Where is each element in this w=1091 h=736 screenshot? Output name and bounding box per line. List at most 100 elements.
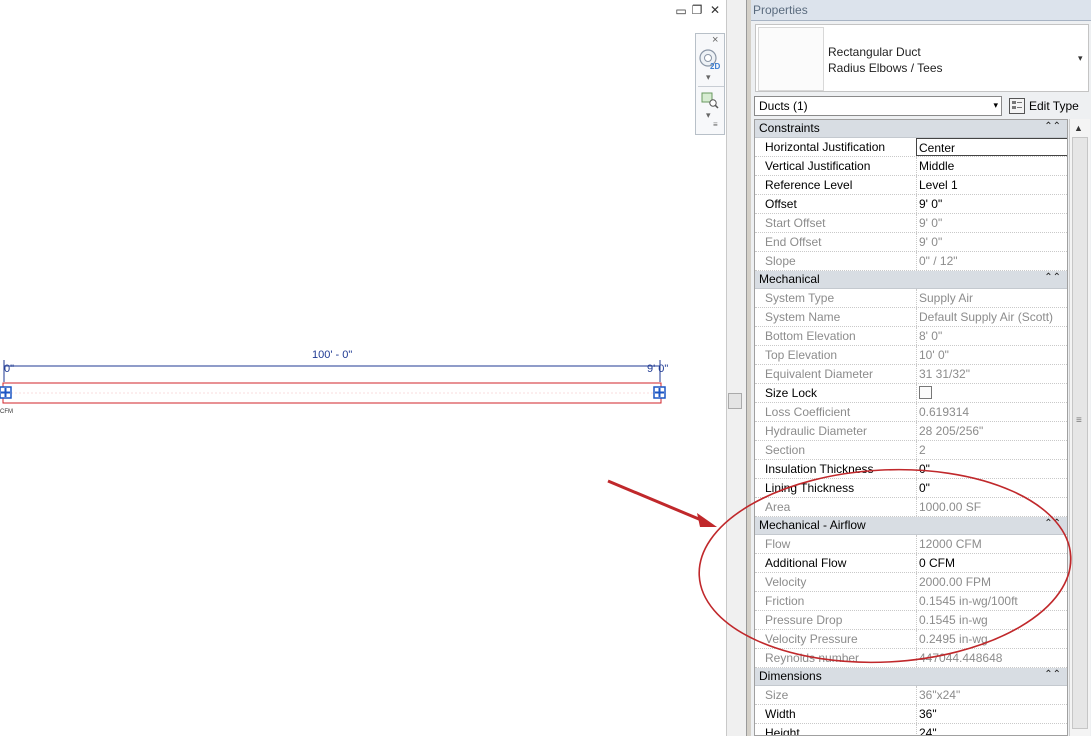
property-value-text: 9' 0" — [919, 235, 943, 249]
property-row: Reynolds number 447044.448648 — [755, 649, 1067, 668]
property-value-text: Default Supply Air (Scott) — [919, 310, 1054, 324]
property-value-text: 36" — [919, 707, 937, 721]
canvas-scroll-thumb[interactable] — [728, 393, 742, 409]
property-row: Loss Coefficient 0.619314 — [755, 403, 1067, 422]
property-row: System Type Supply Air — [755, 289, 1067, 308]
edit-type-icon — [1009, 98, 1025, 114]
property-name: Velocity — [765, 575, 807, 589]
size-lock-checkbox[interactable] — [919, 386, 932, 399]
collapse-icon[interactable]: ⌃⌃ — [1044, 669, 1061, 680]
chevron-down-icon[interactable]: ▾ — [1078, 53, 1083, 64]
property-name: Reynolds number — [765, 651, 860, 665]
section-header[interactable]: Mechanical ⌃⌃ — [755, 271, 1067, 289]
canvas-vertical-scrollbar[interactable] — [726, 0, 747, 736]
property-value[interactable]: 24" — [916, 724, 1067, 735]
property-value[interactable] — [916, 384, 1067, 402]
property-row: Start Offset 9' 0" — [755, 214, 1067, 233]
property-row[interactable]: Lining Thickness 0" — [755, 479, 1067, 498]
properties-scrollbar[interactable]: ▲ ≡ — [1069, 119, 1090, 736]
property-row: Velocity Pressure 0.2495 in-wg — [755, 630, 1067, 649]
property-row: End Offset 9' 0" — [755, 233, 1067, 252]
property-name: Slope — [765, 254, 796, 268]
property-value-text: Center — [919, 141, 956, 155]
property-name: Offset — [765, 197, 797, 211]
property-row[interactable]: Horizontal Justification Center — [755, 138, 1067, 157]
type-name: Rectangular Duct Radius Elbows / Tees — [828, 44, 943, 76]
type-selector[interactable]: Rectangular Duct Radius Elbows / Tees ▾ — [755, 24, 1089, 92]
properties-title: Properties — [751, 0, 1091, 21]
collapse-icon[interactable]: ⌃⌃ — [1044, 518, 1061, 529]
property-row[interactable]: Size Lock — [755, 384, 1067, 403]
property-value: 9' 0" — [916, 233, 1067, 251]
property-value[interactable]: Center — [916, 138, 1067, 156]
property-row: Flow 12000 CFM — [755, 535, 1067, 554]
instance-filter-select[interactable]: Ducts (1) ▾ — [754, 96, 1002, 116]
property-value: 31 31/32" — [916, 365, 1067, 383]
property-value: Default Supply Air (Scott) — [916, 308, 1067, 326]
property-value-text: 447044.448648 — [919, 651, 1003, 665]
property-value-text: 31 31/32" — [919, 367, 970, 381]
property-name: Width — [765, 707, 796, 721]
property-name: Height — [765, 726, 800, 736]
scroll-up-icon[interactable]: ▲ — [1074, 123, 1083, 133]
properties-grid: Constraints ⌃⌃ Horizontal Justification Cen… — [754, 119, 1068, 736]
property-value[interactable]: 0" — [916, 460, 1067, 478]
property-row: System Name Default Supply Air (Scott) — [755, 308, 1067, 327]
chevron-down-icon: ▾ — [993, 100, 998, 110]
property-value[interactable]: 0 CFM — [916, 554, 1067, 572]
property-value: 1000.00 SF — [916, 498, 1067, 516]
property-row[interactable]: Reference Level Level 1 — [755, 176, 1067, 195]
property-value-text: 8' 0" — [919, 329, 943, 343]
property-value[interactable]: 9' 0" — [916, 195, 1067, 213]
property-value: 10' 0" — [916, 346, 1067, 364]
property-value[interactable]: 0" — [916, 479, 1067, 497]
edit-type-button[interactable]: Edit Type — [1008, 96, 1090, 116]
section-label: Mechanical - Airflow — [759, 518, 866, 532]
property-value: 2000.00 FPM — [916, 573, 1067, 591]
property-value-text: 12000 CFM — [919, 537, 982, 551]
property-value-text: 2 — [919, 443, 926, 457]
property-value-text: 0" / 12" — [919, 254, 958, 268]
property-value[interactable]: 36" — [916, 705, 1067, 723]
property-row: Velocity 2000.00 FPM — [755, 573, 1067, 592]
duct-drawing[interactable] — [0, 0, 726, 736]
collapse-icon[interactable]: ⌃⌃ — [1044, 121, 1061, 132]
property-row: Bottom Elevation 8' 0" — [755, 327, 1067, 346]
section-header[interactable]: Constraints ⌃⌃ — [755, 120, 1067, 138]
property-name: Friction — [765, 594, 805, 608]
property-name: Size Lock — [765, 386, 818, 400]
property-row[interactable]: Additional Flow 0 CFM — [755, 554, 1067, 573]
type-family-label: Rectangular Duct — [828, 45, 921, 59]
property-value-text: 1000.00 SF — [919, 500, 982, 514]
property-row[interactable]: Insulation Thickness 0" — [755, 460, 1067, 479]
property-name: Hydraulic Diameter — [765, 424, 868, 438]
property-row: Equivalent Diameter 31 31/32" — [755, 365, 1067, 384]
property-row: Top Elevation 10' 0" — [755, 346, 1067, 365]
property-name: Additional Flow — [765, 556, 847, 570]
property-value: 8' 0" — [916, 327, 1067, 345]
property-value[interactable]: Middle — [916, 157, 1067, 175]
instance-filter-label: Ducts (1) — [759, 99, 808, 113]
property-name: Reference Level — [765, 178, 853, 192]
property-name: Top Elevation — [765, 348, 838, 362]
property-row[interactable]: Offset 9' 0" — [755, 195, 1067, 214]
property-value: 0.2495 in-wg — [916, 630, 1067, 648]
properties-scroll-thumb[interactable] — [1072, 137, 1088, 729]
property-value-text: 36"x24" — [919, 688, 961, 702]
collapse-icon[interactable]: ⌃⌃ — [1044, 272, 1061, 283]
section-header[interactable]: Dimensions ⌃⌃ — [755, 668, 1067, 686]
type-name-label: Radius Elbows / Tees — [828, 61, 943, 75]
property-row[interactable]: Height 24" — [755, 724, 1067, 736]
dimension-left-offset-label: 0" — [4, 363, 15, 375]
property-value-text: 28 205/256" — [919, 424, 984, 438]
property-row[interactable]: Width 36" — [755, 705, 1067, 724]
property-value: 0.1545 in-wg — [916, 611, 1067, 629]
section-header[interactable]: Mechanical - Airflow ⌃⌃ — [755, 517, 1067, 535]
property-value-text: 10' 0" — [919, 348, 949, 362]
property-value[interactable]: Level 1 — [916, 176, 1067, 194]
drawing-canvas[interactable]: ▭ ❐ ✕ × 2D ▾ ▾ ≡ 100' - 0" 0" 9' 0" CFM — [0, 0, 726, 736]
dimension-right-offset-label: 9' 0" — [647, 363, 669, 375]
flow-tag-label: CFM — [0, 409, 13, 415]
property-value: 0" / 12" — [916, 252, 1067, 270]
property-row[interactable]: Vertical Justification Middle — [755, 157, 1067, 176]
